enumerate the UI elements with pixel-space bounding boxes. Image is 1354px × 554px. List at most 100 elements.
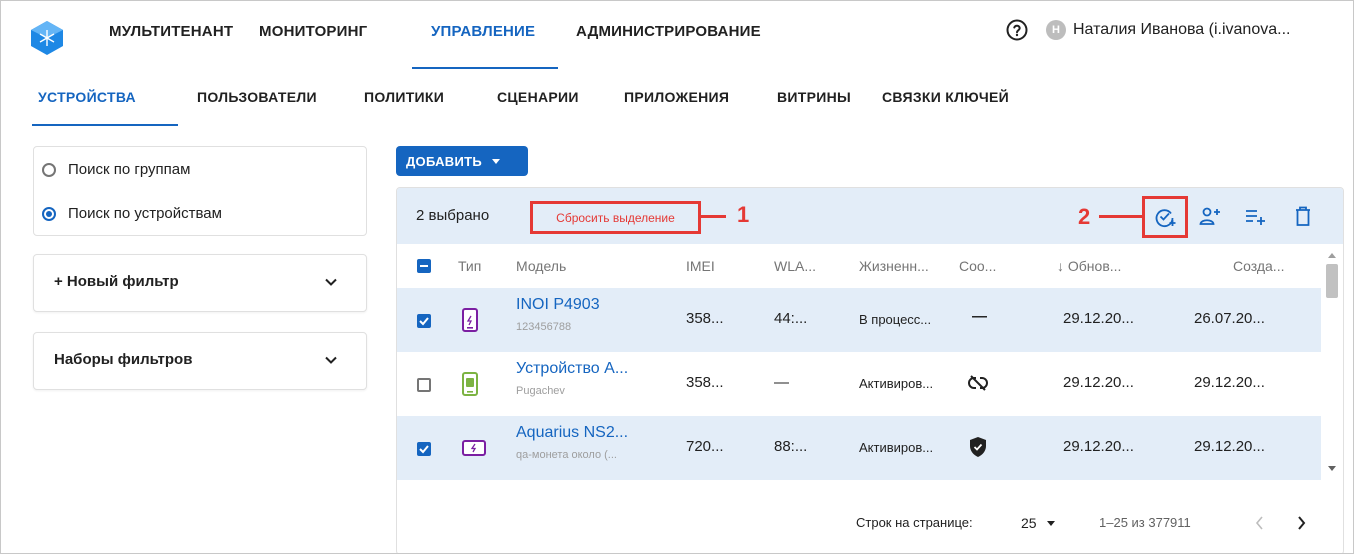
table-header: Тип Модель IMEI WLA... Жизненн... Соо...… (397, 244, 1343, 288)
updated-cell: 29.12.20... (1063, 310, 1134, 327)
prev-page-icon[interactable] (1252, 514, 1268, 532)
pagination-bar: Строк на странице: 25 1–25 из 377911 (397, 488, 1343, 553)
radio-label: Поиск по устройствам (68, 205, 222, 222)
add-button[interactable]: ДОБАВИТЬ (396, 146, 528, 176)
column-created[interactable]: Созда... (1233, 258, 1284, 274)
chevron-down-icon (325, 278, 337, 286)
device-subtitle: Pugachev (516, 385, 565, 397)
top-bar: МУЛЬТИТЕНАНТ МОНИТОРИНГ УПРАВЛЕНИЕ АДМИН… (1, 1, 1353, 77)
rows-per-page-select[interactable]: 25 (1021, 515, 1057, 531)
radio-search-groups[interactable]: Поиск по группам (42, 161, 190, 178)
column-wlan[interactable]: WLA... (774, 258, 816, 274)
device-model-link[interactable]: Aquarius NS2... (516, 424, 628, 442)
add-to-list-icon[interactable] (1243, 204, 1267, 228)
search-mode-card: Поиск по группам Поиск по устройствам (33, 146, 367, 236)
check-circle-plus-icon[interactable] (1153, 205, 1177, 229)
caret-down-icon (1047, 521, 1056, 526)
table-scrollbar[interactable] (1321, 244, 1343, 480)
next-page-icon[interactable] (1293, 514, 1309, 532)
radio-search-devices[interactable]: Поиск по устройствам (42, 205, 222, 222)
created-cell: 29.12.20... (1194, 438, 1265, 455)
table-row[interactable]: INOI P4903 123456788 358... 44:... В про… (397, 288, 1321, 352)
radio-label: Поиск по группам (68, 161, 191, 178)
nav-item-multitenant[interactable]: МУЛЬТИТЕНАНТ (109, 23, 233, 40)
column-imei[interactable]: IMEI (686, 258, 715, 274)
created-cell: 26.07.20... (1194, 310, 1265, 327)
imei-cell: 358... (686, 310, 724, 327)
select-all-checkbox[interactable] (417, 259, 431, 273)
tab-policies[interactable]: ПОЛИТИКИ (364, 89, 444, 105)
compliance-cell: — (972, 308, 987, 325)
tab-devices[interactable]: УСТРОЙСТВА (38, 89, 136, 105)
table-row[interactable]: Aquarius NS2... qa-монета около (... 720… (397, 416, 1321, 480)
nav-item-monitoring[interactable]: МОНИТОРИНГ (259, 23, 367, 40)
row-checkbox[interactable] (417, 442, 431, 456)
app-window: МУЛЬТИТЕНАНТ МОНИТОРИНГ УПРАВЛЕНИЕ АДМИН… (0, 0, 1354, 554)
wlan-cell: 88:... (774, 438, 808, 455)
tab-showcases[interactable]: ВИТРИНЫ (777, 89, 851, 105)
selection-bar: 2 выбрано Сбросить выделение 1 2 (397, 188, 1343, 244)
device-model-link[interactable]: Устройство А... (516, 360, 628, 378)
annotation-number-1: 1 (737, 202, 750, 227)
rows-per-page-value: 25 (1021, 515, 1037, 531)
selected-count: 2 выбрано (416, 207, 490, 224)
annotation-number-2: 2 (1078, 204, 1091, 229)
tab-keychains[interactable]: СВЯЗКИ КЛЮЧЕЙ (882, 89, 1009, 105)
filter-sets-label: Наборы фильтров (54, 351, 193, 368)
nav-item-administration[interactable]: АДМИНИСТРИРОВАНИЕ (576, 23, 761, 40)
help-circle-icon[interactable] (1005, 18, 1029, 42)
app-logo-icon[interactable] (31, 21, 63, 55)
tab-active-underline (32, 124, 178, 126)
new-filter-accordion[interactable]: + Новый фильтр (33, 254, 367, 312)
nav-active-underline (412, 67, 558, 69)
radio-button-checked[interactable] (42, 206, 56, 221)
user-name[interactable]: Наталия Иванова (i.ivanova... (1073, 21, 1290, 39)
lifecycle-cell: Активиров... (859, 440, 934, 455)
device-model-link[interactable]: INOI P4903 (516, 296, 600, 314)
phone-icon (462, 308, 478, 332)
annotation-box-2 (1142, 196, 1188, 238)
lifecycle-cell: Активиров... (859, 376, 934, 391)
updated-cell: 29.12.20... (1063, 438, 1134, 455)
reset-selection-button[interactable]: Сбросить выделение (530, 201, 701, 234)
add-user-icon[interactable] (1198, 204, 1222, 228)
tab-users[interactable]: ПОЛЬЗОВАТЕЛИ (197, 89, 317, 105)
row-checkbox[interactable] (417, 314, 431, 328)
column-lifecycle[interactable]: Жизненн... (859, 258, 929, 274)
rows-per-page-label: Строк на странице: (856, 515, 973, 530)
column-updated[interactable]: ↓ Обнов... (1057, 258, 1121, 274)
link-off-icon (968, 375, 988, 391)
avatar[interactable]: Н (1046, 20, 1066, 40)
indeterminate-icon (420, 265, 428, 267)
wlan-cell: 44:... (774, 310, 808, 327)
updated-cell: 29.12.20... (1063, 374, 1134, 391)
column-model[interactable]: Модель (516, 258, 566, 274)
table-row[interactable]: Устройство А... Pugachev 358... — Активи… (397, 352, 1321, 416)
chevron-down-icon (325, 356, 337, 364)
column-compliance[interactable]: Соо... (959, 258, 996, 274)
annotation-line-2 (1099, 215, 1142, 218)
imei-cell: 358... (686, 374, 724, 391)
filter-sets-accordion[interactable]: Наборы фильтров (33, 332, 367, 390)
add-button-label: ДОБАВИТЬ (406, 153, 483, 169)
column-type[interactable]: Тип (458, 258, 481, 274)
radio-button[interactable] (42, 162, 56, 177)
device-subtitle: 123456788 (516, 321, 572, 333)
device-subtitle: qa-монета около (... (516, 449, 617, 461)
android-device-icon (462, 372, 478, 396)
imei-cell: 720... (686, 438, 724, 455)
devices-table-card: 2 выбрано Сбросить выделение 1 2 Тип Мод… (396, 187, 1344, 553)
row-checkbox[interactable] (417, 378, 431, 392)
checkmark-icon (419, 445, 429, 454)
delete-icon[interactable] (1291, 204, 1315, 228)
tablet-icon (462, 440, 486, 456)
nav-item-management[interactable]: УПРАВЛЕНИЕ (431, 23, 535, 40)
tab-scenarios[interactable]: СЦЕНАРИИ (497, 89, 579, 105)
annotation-line-1 (701, 215, 726, 218)
caret-down-icon (492, 158, 501, 164)
new-filter-label: + Новый фильтр (54, 273, 179, 290)
wlan-cell: — (774, 374, 789, 391)
tab-applications[interactable]: ПРИЛОЖЕНИЯ (624, 89, 729, 105)
shield-check-icon (970, 437, 986, 457)
lifecycle-cell: В процесс... (859, 312, 932, 327)
